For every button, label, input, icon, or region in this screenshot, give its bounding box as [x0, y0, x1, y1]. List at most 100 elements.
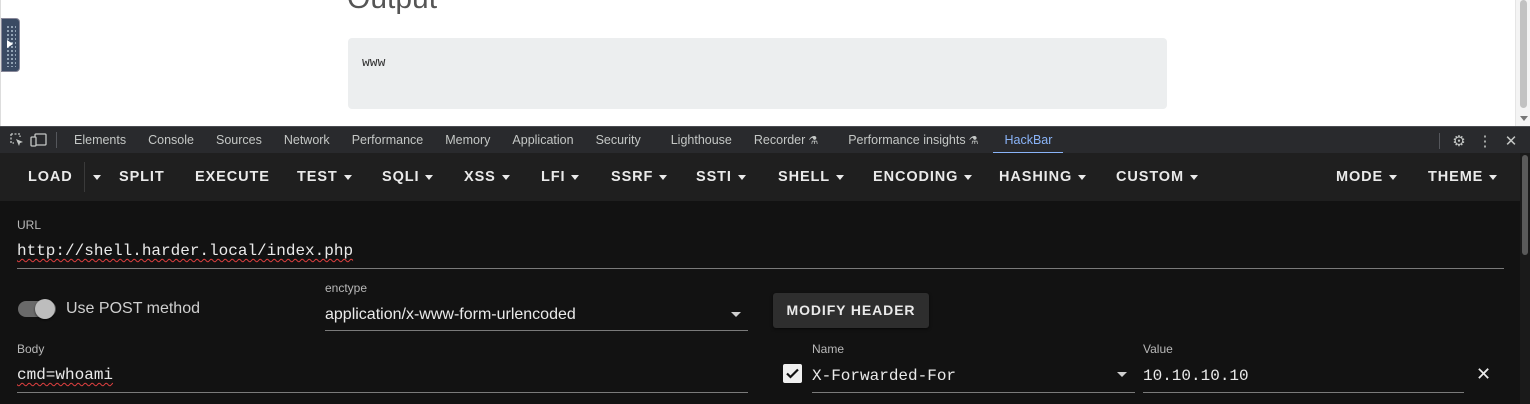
action-separator — [1439, 132, 1440, 149]
more-options-icon[interactable]: ⋮ — [1472, 132, 1498, 150]
xss-menu[interactable]: XSS — [464, 153, 510, 201]
hackbar-body: URL http://shell.harder.local/index.php … — [0, 201, 1520, 404]
toggle-knob[interactable] — [35, 299, 55, 319]
header-name-label: Name — [812, 342, 845, 356]
page-scrollbar-thumb[interactable] — [1520, 0, 1527, 108]
tab-performance-insights[interactable]: Performance insights ⚗ — [837, 127, 989, 154]
scroll-down-arrow-icon[interactable] — [1520, 116, 1528, 121]
lfi-menu[interactable]: LFI — [541, 153, 580, 201]
shell-menu[interactable]: SHELL — [778, 153, 845, 201]
hackbar-scrollbar[interactable] — [1520, 153, 1530, 404]
header-value-input[interactable]: 10.10.10.10 — [1143, 367, 1249, 385]
encoding-menu-label: ENCODING — [873, 169, 959, 185]
split-button[interactable]: SPLIT — [119, 153, 165, 201]
flask-icon: ⚗ — [808, 134, 819, 147]
modify-header-button[interactable]: MODIFY HEADER — [773, 293, 929, 328]
header-value-label: Value — [1143, 342, 1173, 356]
mode-menu-label: MODE — [1336, 169, 1384, 185]
load-button[interactable]: LOAD — [28, 153, 73, 201]
lfi-menu-label: LFI — [541, 169, 566, 185]
tab-memory[interactable]: Memory — [434, 127, 501, 154]
chevron-down-icon — [1078, 174, 1087, 180]
hashing-menu[interactable]: HASHING — [999, 153, 1087, 201]
tab-network[interactable]: Network — [273, 127, 341, 154]
tab-lighthouse[interactable]: Lighthouse — [660, 127, 743, 154]
chevron-down-icon — [659, 174, 668, 180]
close-devtools-icon[interactable]: ✕ — [1498, 132, 1524, 150]
tab-performance[interactable]: Performance — [341, 127, 435, 154]
enctype-underline — [325, 330, 748, 331]
test-menu-label: TEST — [297, 169, 338, 185]
tab-hackbar[interactable]: HackBar — [993, 127, 1064, 154]
chevron-down-icon — [1489, 174, 1498, 180]
devtools-actions: ⚙ ⋮ ✕ — [1433, 127, 1524, 154]
header-name-dropdown-icon[interactable] — [1117, 372, 1127, 377]
post-method-label: Use POST method — [66, 300, 200, 317]
enctype-dropdown-icon[interactable] — [731, 312, 741, 317]
chevron-down-icon — [1189, 174, 1198, 180]
theme-menu[interactable]: THEME — [1428, 153, 1498, 201]
ssrf-menu-label: SSRF — [611, 169, 654, 185]
encoding-menu[interactable]: ENCODING — [873, 153, 973, 201]
device-toolbar-icon[interactable] — [28, 127, 50, 154]
flask-icon: ⚗ — [968, 134, 979, 147]
chevron-down-icon — [737, 174, 746, 180]
test-menu[interactable]: TEST — [297, 153, 352, 201]
enctype-select[interactable]: application/x-www-form-urlencoded — [325, 306, 576, 324]
load-divider — [84, 162, 85, 192]
body-label: Body — [17, 342, 45, 356]
page-scrollbar[interactable] — [1515, 0, 1530, 126]
ssrf-menu[interactable]: SSRF — [611, 153, 668, 201]
play-arrow-icon — [7, 40, 13, 48]
chevron-down-icon — [1389, 174, 1398, 180]
sqli-menu-label: SQLI — [382, 169, 420, 185]
url-input-underline — [17, 268, 1504, 269]
side-panel-handle[interactable] — [1, 18, 20, 72]
tab-recorder-label: Recorder — [753, 132, 806, 147]
header-name-input[interactable]: X-Forwarded-For — [812, 367, 956, 385]
settings-gear-icon[interactable]: ⚙ — [1446, 132, 1472, 150]
page-viewport: Output www — [0, 0, 1530, 126]
mode-menu[interactable]: MODE — [1336, 153, 1398, 201]
hackbar-toolbar: LOAD SPLIT EXECUTE TEST SQLI XSS LFI SSR… — [0, 153, 1520, 201]
custom-menu-label: CUSTOM — [1116, 169, 1184, 185]
url-label: URL — [17, 218, 42, 232]
chevron-down-icon — [836, 174, 845, 180]
chevron-down-icon — [571, 174, 580, 180]
remove-header-icon[interactable]: ✕ — [1476, 364, 1491, 385]
tab-sources[interactable]: Sources — [205, 127, 273, 154]
sqli-menu[interactable]: SQLI — [382, 153, 434, 201]
load-dropdown-button[interactable] — [87, 153, 101, 201]
execute-button[interactable]: EXECUTE — [195, 153, 270, 201]
tab-recorder[interactable]: Recorder ⚗ — [743, 127, 829, 154]
shell-menu-label: SHELL — [778, 169, 831, 185]
checkmark-icon — [786, 368, 799, 379]
output-text: www — [362, 55, 386, 70]
chevron-down-icon — [964, 174, 973, 180]
chevron-down-icon — [93, 174, 101, 180]
tab-security[interactable]: Security — [585, 127, 652, 154]
output-box: www — [348, 38, 1167, 109]
url-input[interactable]: http://shell.harder.local/index.php — [17, 242, 353, 260]
enctype-label: enctype — [325, 281, 368, 295]
tab-console[interactable]: Console — [137, 127, 205, 154]
tab-application[interactable]: Application — [501, 127, 584, 154]
hackbar-scrollbar-thumb[interactable] — [1522, 155, 1528, 255]
header-enabled-checkbox[interactable] — [783, 364, 802, 383]
post-method-toggle[interactable] — [18, 299, 56, 319]
tab-performance-insights-label: Performance insights — [848, 132, 966, 147]
inspect-element-icon[interactable] — [6, 127, 28, 154]
tab-elements[interactable]: Elements — [63, 127, 137, 154]
chevron-down-icon — [343, 174, 352, 180]
tab-separator — [56, 132, 57, 148]
devtools-tabbar: Elements Console Sources Network Perform… — [0, 126, 1530, 154]
body-input[interactable]: cmd=whoami — [17, 366, 113, 384]
page-heading: Output — [347, 0, 437, 16]
theme-menu-label: THEME — [1428, 169, 1484, 185]
ssti-menu[interactable]: SSTI — [696, 153, 746, 201]
chevron-down-icon — [425, 174, 434, 180]
custom-menu[interactable]: CUSTOM — [1116, 153, 1198, 201]
ssti-menu-label: SSTI — [696, 169, 732, 185]
header-value-underline — [1143, 392, 1464, 393]
body-input-underline — [17, 392, 748, 393]
